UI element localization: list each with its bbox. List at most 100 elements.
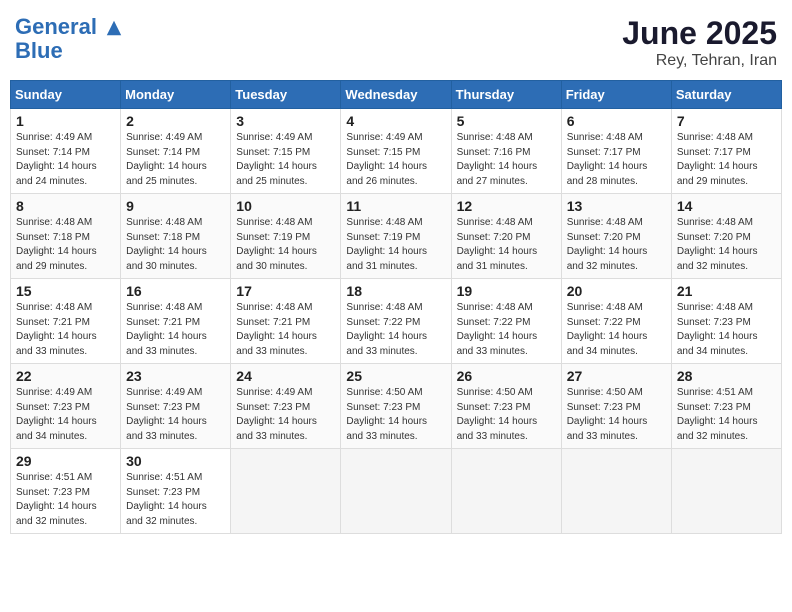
day-of-week-header: Sunday xyxy=(11,81,121,109)
day-number: 24 xyxy=(236,368,335,384)
day-number: 30 xyxy=(126,453,225,469)
day-number: 16 xyxy=(126,283,225,299)
day-number: 8 xyxy=(16,198,115,214)
calendar-day-cell: 24 Sunrise: 4:49 AMSunset: 7:23 PMDaylig… xyxy=(231,364,341,449)
title-area: June 2025 Rey, Tehran, Iran xyxy=(622,15,777,70)
day-info: Sunrise: 4:48 AMSunset: 7:17 PMDaylight:… xyxy=(567,131,666,189)
day-info: Sunrise: 4:48 AMSunset: 7:21 PMDaylight:… xyxy=(16,301,115,359)
day-info: Sunrise: 4:48 AMSunset: 7:21 PMDaylight:… xyxy=(126,301,225,359)
calendar-day-cell: 4 Sunrise: 4:49 AMSunset: 7:15 PMDayligh… xyxy=(341,109,451,194)
calendar-day-cell: 18 Sunrise: 4:48 AMSunset: 7:22 PMDaylig… xyxy=(341,279,451,364)
day-info: Sunrise: 4:48 AMSunset: 7:19 PMDaylight:… xyxy=(236,216,335,274)
calendar-day-cell: 16 Sunrise: 4:48 AMSunset: 7:21 PMDaylig… xyxy=(121,279,231,364)
calendar-day-cell: 27 Sunrise: 4:50 AMSunset: 7:23 PMDaylig… xyxy=(561,364,671,449)
calendar-week-row: 8 Sunrise: 4:48 AMSunset: 7:18 PMDayligh… xyxy=(11,194,782,279)
day-info: Sunrise: 4:48 AMSunset: 7:19 PMDaylight:… xyxy=(346,216,445,274)
day-number: 19 xyxy=(457,283,556,299)
day-info: Sunrise: 4:49 AMSunset: 7:23 PMDaylight:… xyxy=(126,386,225,444)
calendar-day-cell: 23 Sunrise: 4:49 AMSunset: 7:23 PMDaylig… xyxy=(121,364,231,449)
day-number: 7 xyxy=(677,113,776,129)
calendar-week-row: 29 Sunrise: 4:51 AMSunset: 7:23 PMDaylig… xyxy=(11,449,782,534)
day-number: 13 xyxy=(567,198,666,214)
day-number: 15 xyxy=(16,283,115,299)
day-info: Sunrise: 4:49 AMSunset: 7:23 PMDaylight:… xyxy=(236,386,335,444)
day-info: Sunrise: 4:48 AMSunset: 7:22 PMDaylight:… xyxy=(346,301,445,359)
day-number: 2 xyxy=(126,113,225,129)
day-number: 10 xyxy=(236,198,335,214)
logo-text: General Blue xyxy=(15,15,123,63)
day-number: 5 xyxy=(457,113,556,129)
day-number: 1 xyxy=(16,113,115,129)
day-info: Sunrise: 4:51 AMSunset: 7:23 PMDaylight:… xyxy=(126,471,225,529)
day-number: 18 xyxy=(346,283,445,299)
day-number: 14 xyxy=(677,198,776,214)
day-number: 25 xyxy=(346,368,445,384)
calendar-day-cell: 20 Sunrise: 4:48 AMSunset: 7:22 PMDaylig… xyxy=(561,279,671,364)
day-info: Sunrise: 4:50 AMSunset: 7:23 PMDaylight:… xyxy=(567,386,666,444)
month-year: June 2025 xyxy=(622,15,777,52)
calendar-day-cell xyxy=(671,449,781,534)
day-number: 28 xyxy=(677,368,776,384)
day-info: Sunrise: 4:48 AMSunset: 7:20 PMDaylight:… xyxy=(457,216,556,274)
day-info: Sunrise: 4:48 AMSunset: 7:22 PMDaylight:… xyxy=(457,301,556,359)
calendar-day-cell xyxy=(231,449,341,534)
calendar-day-cell: 30 Sunrise: 4:51 AMSunset: 7:23 PMDaylig… xyxy=(121,449,231,534)
day-number: 20 xyxy=(567,283,666,299)
day-info: Sunrise: 4:49 AMSunset: 7:14 PMDaylight:… xyxy=(16,131,115,189)
day-of-week-header: Thursday xyxy=(451,81,561,109)
calendar-day-cell: 10 Sunrise: 4:48 AMSunset: 7:19 PMDaylig… xyxy=(231,194,341,279)
calendar-day-cell: 13 Sunrise: 4:48 AMSunset: 7:20 PMDaylig… xyxy=(561,194,671,279)
calendar-day-cell: 1 Sunrise: 4:49 AMSunset: 7:14 PMDayligh… xyxy=(11,109,121,194)
calendar-table: SundayMondayTuesdayWednesdayThursdayFrid… xyxy=(10,80,782,534)
day-info: Sunrise: 4:48 AMSunset: 7:16 PMDaylight:… xyxy=(457,131,556,189)
day-number: 11 xyxy=(346,198,445,214)
calendar-day-cell: 7 Sunrise: 4:48 AMSunset: 7:17 PMDayligh… xyxy=(671,109,781,194)
day-number: 9 xyxy=(126,198,225,214)
day-info: Sunrise: 4:48 AMSunset: 7:18 PMDaylight:… xyxy=(16,216,115,274)
day-number: 23 xyxy=(126,368,225,384)
day-number: 21 xyxy=(677,283,776,299)
calendar-day-cell xyxy=(341,449,451,534)
logo: General Blue xyxy=(15,15,123,63)
calendar-day-cell: 19 Sunrise: 4:48 AMSunset: 7:22 PMDaylig… xyxy=(451,279,561,364)
calendar-day-cell: 3 Sunrise: 4:49 AMSunset: 7:15 PMDayligh… xyxy=(231,109,341,194)
day-number: 3 xyxy=(236,113,335,129)
day-info: Sunrise: 4:49 AMSunset: 7:15 PMDaylight:… xyxy=(346,131,445,189)
day-info: Sunrise: 4:48 AMSunset: 7:17 PMDaylight:… xyxy=(677,131,776,189)
day-number: 6 xyxy=(567,113,666,129)
calendar-week-row: 22 Sunrise: 4:49 AMSunset: 7:23 PMDaylig… xyxy=(11,364,782,449)
calendar-day-cell: 25 Sunrise: 4:50 AMSunset: 7:23 PMDaylig… xyxy=(341,364,451,449)
calendar-day-cell: 15 Sunrise: 4:48 AMSunset: 7:21 PMDaylig… xyxy=(11,279,121,364)
day-info: Sunrise: 4:48 AMSunset: 7:23 PMDaylight:… xyxy=(677,301,776,359)
day-number: 29 xyxy=(16,453,115,469)
day-of-week-header: Friday xyxy=(561,81,671,109)
day-info: Sunrise: 4:51 AMSunset: 7:23 PMDaylight:… xyxy=(16,471,115,529)
day-info: Sunrise: 4:48 AMSunset: 7:20 PMDaylight:… xyxy=(677,216,776,274)
day-number: 27 xyxy=(567,368,666,384)
day-number: 4 xyxy=(346,113,445,129)
location: Rey, Tehran, Iran xyxy=(622,52,777,70)
calendar-day-cell: 14 Sunrise: 4:48 AMSunset: 7:20 PMDaylig… xyxy=(671,194,781,279)
calendar-day-cell xyxy=(451,449,561,534)
day-number: 22 xyxy=(16,368,115,384)
calendar-day-cell: 22 Sunrise: 4:49 AMSunset: 7:23 PMDaylig… xyxy=(11,364,121,449)
calendar-day-cell: 8 Sunrise: 4:48 AMSunset: 7:18 PMDayligh… xyxy=(11,194,121,279)
calendar-day-cell: 28 Sunrise: 4:51 AMSunset: 7:23 PMDaylig… xyxy=(671,364,781,449)
day-info: Sunrise: 4:50 AMSunset: 7:23 PMDaylight:… xyxy=(346,386,445,444)
calendar-day-cell: 12 Sunrise: 4:48 AMSunset: 7:20 PMDaylig… xyxy=(451,194,561,279)
day-info: Sunrise: 4:49 AMSunset: 7:14 PMDaylight:… xyxy=(126,131,225,189)
calendar-day-cell xyxy=(561,449,671,534)
calendar-week-row: 1 Sunrise: 4:49 AMSunset: 7:14 PMDayligh… xyxy=(11,109,782,194)
day-of-week-header: Wednesday xyxy=(341,81,451,109)
day-info: Sunrise: 4:49 AMSunset: 7:15 PMDaylight:… xyxy=(236,131,335,189)
page-header: General Blue June 2025 Rey, Tehran, Iran xyxy=(10,10,782,70)
day-info: Sunrise: 4:48 AMSunset: 7:20 PMDaylight:… xyxy=(567,216,666,274)
calendar-day-cell: 26 Sunrise: 4:50 AMSunset: 7:23 PMDaylig… xyxy=(451,364,561,449)
calendar-header-row: SundayMondayTuesdayWednesdayThursdayFrid… xyxy=(11,81,782,109)
day-info: Sunrise: 4:50 AMSunset: 7:23 PMDaylight:… xyxy=(457,386,556,444)
day-number: 26 xyxy=(457,368,556,384)
calendar-day-cell: 5 Sunrise: 4:48 AMSunset: 7:16 PMDayligh… xyxy=(451,109,561,194)
day-info: Sunrise: 4:49 AMSunset: 7:23 PMDaylight:… xyxy=(16,386,115,444)
day-of-week-header: Monday xyxy=(121,81,231,109)
calendar-day-cell: 21 Sunrise: 4:48 AMSunset: 7:23 PMDaylig… xyxy=(671,279,781,364)
